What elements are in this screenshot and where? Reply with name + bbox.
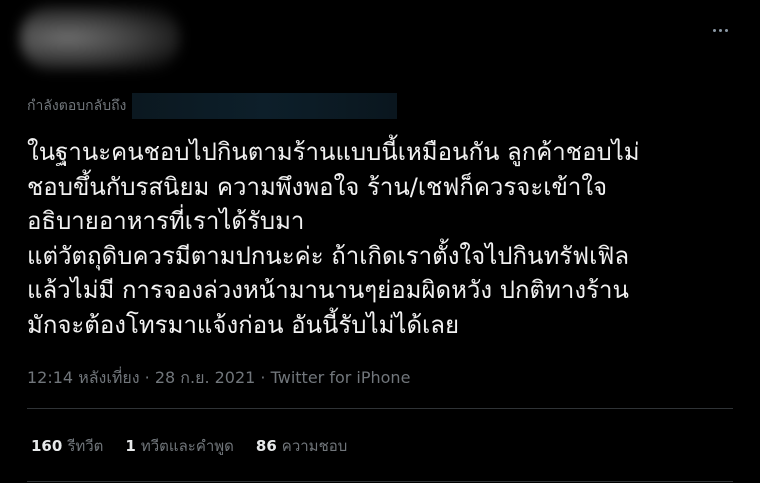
tweet-detail: กำลังตอบกลับถึง ในฐานะคนชอบไปกินตามร้านแ… [0,0,760,483]
tweet-metadata: 12:14 หลังเที่ยง · 28 ก.ย. 2021 · Twitte… [27,366,410,391]
tweet-time[interactable]: 12:14 หลังเที่ยง [27,368,140,387]
tweet-text-line: ชอบขึ้นกับรสนิยม ความพึงพอใจ ร้าน/เชฟก็ค… [27,172,608,201]
redacted-username-link[interactable] [132,93,398,119]
tweet-text-line: ในฐานะคนชอบไปกินตามร้านแบบนี้เหมือนกัน ล… [27,138,640,166]
quote-tweets-stat[interactable]: 1 ทวีตและคำพูด [125,434,234,458]
blurred-author-header[interactable] [20,6,180,70]
tweet-date[interactable]: 28 ก.ย. 2021 [155,368,255,387]
quotes-count: 1 [125,437,136,455]
likes-count: 86 [255,437,277,455]
likes-stat[interactable]: 86 ความชอบ [256,434,347,458]
more-dots-icon [712,28,728,32]
tweet-text-line: แต่วัตถุดิบควรมีตามปกนะค่ะ ถ้าเกิดเราตั้… [27,241,630,270]
divider [27,408,733,409]
replying-to-label: กำลังตอบกลับถึง [27,98,127,114]
more-options-button[interactable] [708,18,732,42]
tweet-source-link[interactable]: Twitter for iPhone [271,368,411,387]
retweets-stat[interactable]: 160 รีทวีต [31,434,103,458]
meta-separator: · [144,368,150,387]
tweet-text-line: แล้วไม่มี การจองล่วงหน้ามานานๆย่อมผิดหวั… [27,276,629,304]
replying-to: กำลังตอบกลับถึง [27,93,398,119]
engagement-stats: 160 รีทวีต 1 ทวีตและคำพูด 86 ความชอบ [31,434,347,458]
tweet-text: ในฐานะคนชอบไปกินตามร้านแบบนี้เหมือนกัน ล… [27,135,737,342]
meta-separator: · [260,368,266,387]
quotes-label: ทวีตและคำพูด [140,437,234,455]
retweets-label: รีทวีต [67,437,104,455]
tweet-text-line: มักจะต้องโทรมาแจ้งก่อน อันนี้รับไม่ได้เล… [27,310,460,339]
tweet-text-line: อธิบายอาหารที่เราได้รับมา [27,207,305,235]
divider [27,481,733,482]
retweets-count: 160 [31,437,63,455]
likes-label: ความชอบ [281,437,348,455]
